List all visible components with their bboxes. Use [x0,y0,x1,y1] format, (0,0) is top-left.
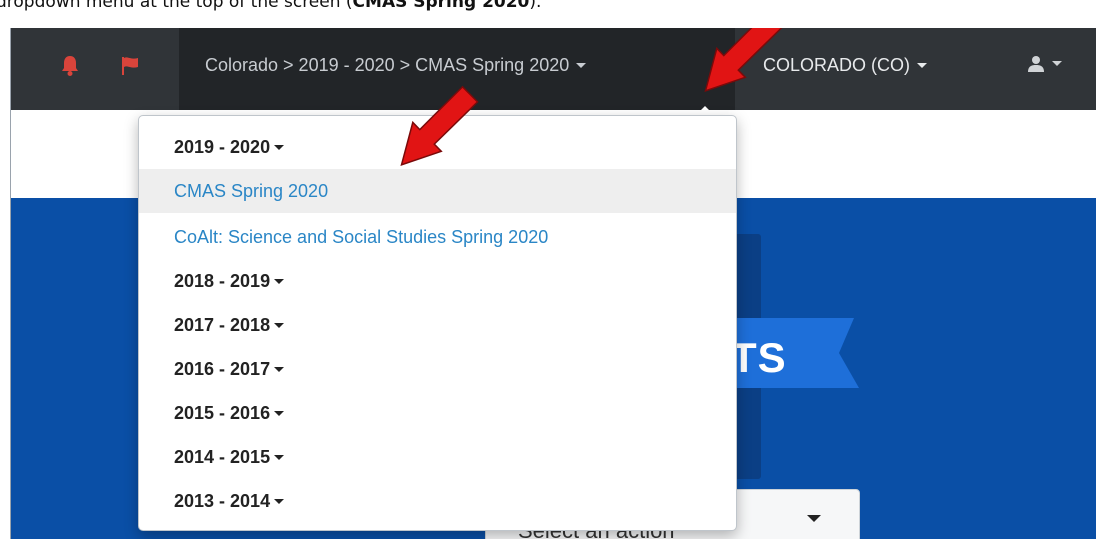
flag-icon[interactable] [120,55,140,82]
user-icon [1028,56,1044,72]
administration-dropdown-menu: 2019 - 2020 CMAS Spring 2020 CoAlt: Scie… [138,115,737,531]
dropdown-year-2015-2016[interactable]: 2015 - 2016 [139,391,736,435]
caption-suffix: ). [529,0,542,12]
instruction-caption: dropdown menu at the top of the screen (… [0,0,1096,28]
breadcrumb-text: Colorado > 2019 - 2020 > CMAS Spring 202… [205,55,570,75]
chevron-down-icon [576,62,587,68]
dropdown-pointer [696,106,714,115]
chevron-down-icon [274,498,285,504]
app-frame: Colorado > 2019 - 2020 > CMAS Spring 202… [10,28,1096,539]
dropdown-year-2018-2019[interactable]: 2018 - 2019 [139,259,736,303]
caption-prefix: dropdown menu at the top of the screen ( [0,0,353,12]
dropdown-item-cmas-spring-2020[interactable]: CMAS Spring 2020 [139,169,736,213]
caption-bold: CMAS Spring 2020 [352,0,530,12]
user-menu-toggle[interactable] [1027,55,1062,73]
bell-icon[interactable] [61,55,79,82]
dropdown-year-2017-2018[interactable]: 2017 - 2018 [139,303,736,347]
chevron-down-icon [274,278,285,284]
chevron-down-icon [274,144,285,150]
red-arrow-icon [400,85,479,166]
dropdown-year-2014-2015[interactable]: 2014 - 2015 [139,435,736,479]
red-arrow-icon [704,28,783,92]
chevron-down-icon [274,322,285,328]
top-navbar: Colorado > 2019 - 2020 > CMAS Spring 202… [11,28,1096,110]
chevron-down-icon [917,62,928,68]
dropdown-item-coalt-spring-2020[interactable]: CoAlt: Science and Social Studies Spring… [139,215,736,259]
chevron-down-icon [807,515,821,522]
ribbon-text: TS [731,334,787,381]
chevron-down-icon [274,366,285,372]
chevron-down-icon [274,454,285,460]
chevron-down-icon [274,410,285,416]
dropdown-year-2016-2017[interactable]: 2016 - 2017 [139,347,736,391]
dropdown-year-2013-2014[interactable]: 2013 - 2014 [139,479,736,523]
chevron-down-icon [1052,60,1062,66]
